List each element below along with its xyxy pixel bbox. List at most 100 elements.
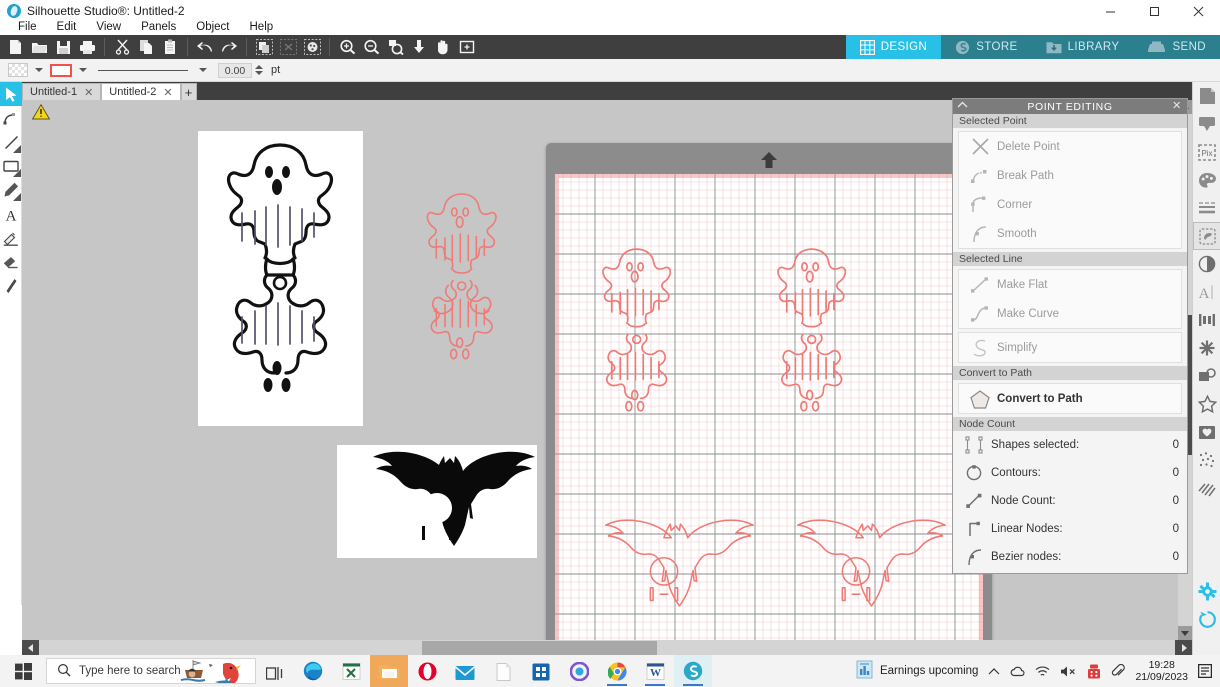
windows-start-icon[interactable] (0, 655, 46, 687)
warning-triangle-icon[interactable] (31, 103, 51, 120)
close-icon[interactable]: ✕ (84, 86, 93, 99)
star-shape-icon[interactable] (1193, 390, 1220, 418)
line-thickness-input[interactable]: 0.00 (218, 62, 252, 78)
bat-cut-line-1[interactable] (573, 514, 755, 617)
panel-close-icon[interactable]: ✕ (1172, 99, 1182, 112)
convert-to-path-button[interactable]: Convert to Path (959, 384, 1181, 413)
fill-color-swatch[interactable] (8, 63, 28, 77)
menu-view[interactable]: View (86, 19, 131, 35)
tray-overflow-chevron-up-icon[interactable] (988, 667, 1000, 676)
printer-icon[interactable] (75, 35, 99, 59)
ghost-pair-traced-outline[interactable] (407, 138, 517, 428)
menu-object[interactable]: Object (186, 19, 239, 35)
align-icon[interactable] (1193, 306, 1220, 334)
line-color-chevron-down-icon[interactable] (79, 68, 87, 72)
fit-window-icon[interactable] (407, 35, 431, 59)
scissors-icon[interactable] (110, 35, 134, 59)
new-document-tab-button[interactable]: + (180, 83, 197, 100)
line-tool-submenu-icon[interactable] (13, 145, 21, 153)
opera-browser-button[interactable] (408, 655, 446, 687)
zoom-out-icon[interactable] (359, 35, 383, 59)
text-tool[interactable]: A (0, 202, 22, 226)
line-thickness-stepper[interactable] (255, 65, 263, 75)
zoom-region-icon[interactable] (455, 35, 479, 59)
horizontal-scroll-thumb[interactable] (422, 641, 657, 655)
select-tool[interactable] (0, 82, 22, 106)
deselect-icon[interactable] (276, 35, 300, 59)
break-path-button[interactable]: Break Path (959, 161, 1181, 190)
select-color-icon[interactable] (300, 35, 324, 59)
microsoft-word-button[interactable]: W (636, 655, 674, 687)
silhouette-studio-button[interactable] (674, 655, 712, 687)
line-style-icon[interactable] (1193, 194, 1220, 222)
library-heart-icon[interactable] (1193, 418, 1220, 446)
line-style-preview[interactable] (98, 69, 188, 71)
zoom-in-icon[interactable] (335, 35, 359, 59)
offset-circle-icon[interactable] (1193, 250, 1220, 278)
mail-button[interactable] (446, 655, 484, 687)
microsoft-store-button[interactable] (522, 655, 560, 687)
edit-points-tool[interactable] (0, 106, 22, 130)
delete-point-button[interactable]: Delete Point (959, 132, 1181, 161)
bat-cut-line-2[interactable] (765, 514, 947, 617)
document-tab-untitled-1[interactable]: Untitled-1 ✕ (22, 83, 102, 100)
pixscan-icon[interactable]: Pix (1193, 138, 1220, 166)
select-all-icon[interactable] (252, 35, 276, 59)
ghost-pair-cut-line-2[interactable] (758, 194, 866, 479)
corner-button[interactable]: Corner (959, 190, 1181, 219)
news-and-interests[interactable]: Earnings upcoming (856, 660, 978, 682)
nav-tab-library[interactable]: LIBRARY (1031, 35, 1134, 59)
wifi-icon[interactable] (1035, 665, 1050, 678)
triangle-left-icon[interactable] (22, 640, 39, 656)
eraser-tool[interactable] (0, 250, 22, 274)
draw-tool[interactable] (0, 178, 22, 202)
chevron-up-icon[interactable] (957, 100, 968, 111)
folder-icon[interactable] (27, 35, 51, 59)
palette-icon[interactable] (1193, 166, 1220, 194)
nav-tab-store[interactable]: STORE (941, 35, 1032, 59)
nav-tab-design[interactable]: DESIGN (845, 35, 942, 59)
sync-cyan-icon[interactable] (1193, 605, 1220, 633)
notepad-button[interactable] (484, 655, 522, 687)
microsoft-excel-button[interactable] (332, 655, 370, 687)
bat-silhouette-artwork[interactable] (337, 445, 537, 558)
page-icon[interactable] (3, 35, 27, 59)
line-style-chevron-down-icon[interactable] (199, 68, 207, 72)
hatch-fill-icon[interactable] (1193, 474, 1220, 502)
horizontal-scrollbar[interactable] (22, 640, 1192, 656)
save-disk-icon[interactable] (51, 35, 75, 59)
fill-color-chevron-down-icon[interactable] (35, 68, 43, 72)
make-curve-button[interactable]: Make Curve (959, 299, 1181, 328)
notification-icon[interactable] (1198, 664, 1212, 678)
ghost-pair-cut-line-1[interactable] (583, 194, 691, 479)
make-flat-button[interactable]: Make Flat (959, 270, 1181, 299)
menu-edit[interactable]: Edit (47, 19, 87, 35)
clipboard-icon[interactable] (158, 35, 182, 59)
smooth-button[interactable]: Smooth (959, 219, 1181, 248)
task-view-button[interactable] (256, 655, 294, 687)
onedrive-icon[interactable] (1010, 665, 1025, 678)
file-explorer-button[interactable] (370, 655, 408, 687)
document-tab-untitled-2[interactable]: Untitled-2 ✕ (101, 83, 181, 100)
triangle-right-icon[interactable] (1175, 640, 1192, 656)
taskbar-clock[interactable]: 19:28 21/09/2023 (1135, 659, 1188, 683)
copy-icon[interactable] (134, 35, 158, 59)
menu-file[interactable]: File (8, 19, 47, 35)
close-icon[interactable]: ✕ (163, 86, 172, 99)
cutting-mat[interactable] (546, 143, 992, 640)
page-setup-icon[interactable] (1193, 82, 1220, 110)
hand-icon[interactable] (431, 35, 455, 59)
microsoft-edge-button[interactable] (294, 655, 332, 687)
simplify-button[interactable]: Simplify (959, 333, 1181, 362)
line-tool[interactable] (0, 130, 22, 154)
text-style-icon[interactable]: A (1193, 278, 1220, 306)
cortana-button[interactable] (560, 655, 598, 687)
google-chrome-button[interactable] (598, 655, 636, 687)
redo-arrow-icon[interactable] (217, 35, 241, 59)
draw-tool-submenu-icon[interactable] (13, 193, 21, 201)
rectangle-tool[interactable] (0, 154, 22, 178)
search-input[interactable]: Type here to search (46, 658, 256, 684)
sketch-tool[interactable] (0, 226, 22, 250)
paperclip-icon[interactable] (1111, 663, 1126, 679)
menu-panels[interactable]: Panels (131, 19, 186, 35)
